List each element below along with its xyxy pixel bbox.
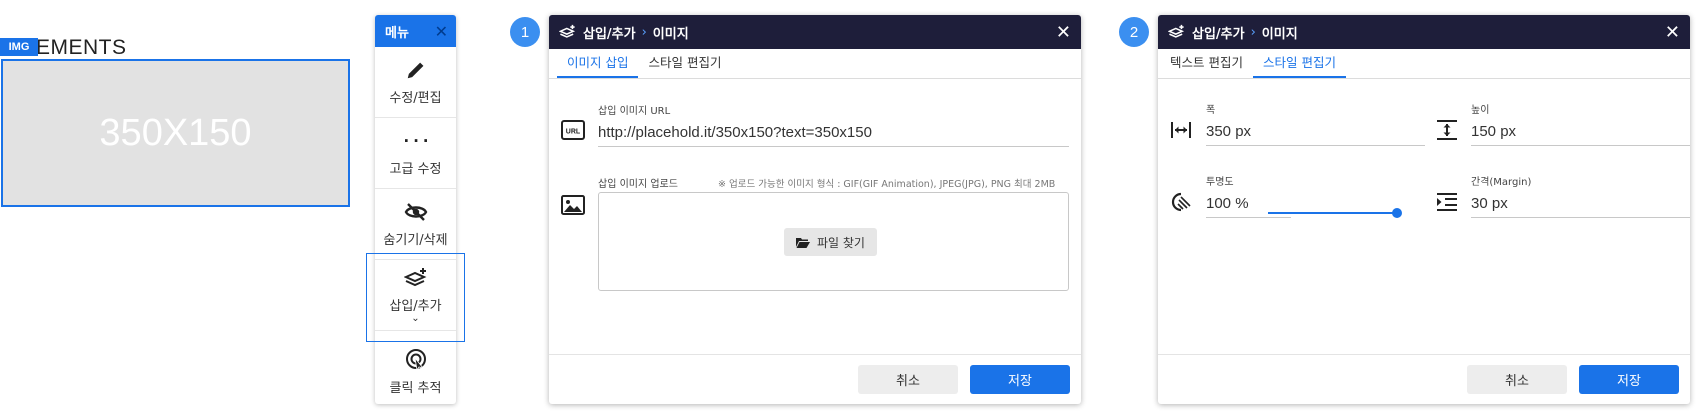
menu-close-icon[interactable]: ✕ — [435, 22, 448, 41]
upload-hint: ※ 업로드 가능한 이미지 형식 : GIF(GIF Animation), J… — [718, 179, 1056, 190]
url-input[interactable]: http://placehold.it/350x150?text=350x150 — [598, 119, 1069, 147]
layers-plus-icon — [1168, 24, 1185, 40]
folder-open-icon — [796, 237, 810, 248]
pencil-icon — [407, 62, 423, 78]
svg-text:{···}: {···} — [403, 131, 429, 150]
img-badge: IMG — [0, 38, 38, 56]
margin-value: 30 px — [1471, 195, 1508, 212]
tab-image-insert[interactable]: 이미지 삽입 — [557, 49, 639, 78]
opacity-slider-track — [1268, 212, 1397, 214]
opacity-icon — [1170, 191, 1192, 217]
layers-plus-icon — [559, 24, 576, 40]
opacity-value: 100 % — [1206, 195, 1249, 212]
dialog-header: 삽입/추가 › 이미지 ✕ — [549, 15, 1081, 49]
width-label: 폭 — [1206, 105, 1216, 116]
step-badge-1: 1 — [510, 17, 540, 47]
cancel-button[interactable]: 취소 — [858, 365, 958, 394]
placeholder-text: 350X150 — [99, 111, 252, 154]
menu-item-label: 숨기기/삭제 — [383, 232, 448, 248]
find-file-label: 파일 찾기 — [817, 235, 865, 250]
style-editor-dialog: 삽입/추가 › 이미지 ✕ 텍스트 편집기 스타일 편집기 폭 350 px 높… — [1158, 15, 1690, 404]
menu-item-label: 클릭 추적 — [389, 380, 442, 396]
margin-label: 간격(Margin) — [1471, 177, 1532, 188]
margin-input[interactable]: 30 px — [1471, 190, 1690, 218]
width-input[interactable]: 350 px — [1206, 118, 1425, 146]
dialog-tabs: 텍스트 편집기 스타일 편집기 — [1158, 49, 1690, 79]
tab-text-editor[interactable]: 텍스트 편집기 — [1160, 49, 1253, 78]
menu-item-label: 수정/편집 — [389, 90, 442, 106]
breadcrumb-current: 이미지 — [652, 26, 689, 42]
upload-label: 삽입 이미지 업로드 — [598, 179, 678, 190]
menu-title: 메뉴 — [385, 25, 409, 41]
height-icon — [1436, 119, 1458, 145]
breadcrumb-separator: › — [1250, 24, 1256, 40]
opacity-slider-handle[interactable] — [1392, 208, 1402, 218]
margin-icon — [1436, 192, 1458, 216]
width-value: 350 px — [1206, 123, 1252, 140]
breadcrumb-separator: › — [641, 24, 647, 40]
url-icon: URL — [561, 120, 585, 144]
height-label: 높이 — [1471, 105, 1490, 116]
code-braces-icon: {···} — [403, 131, 429, 150]
insert-add-highlight — [366, 253, 465, 342]
opacity-label: 투명도 — [1206, 177, 1234, 188]
tab-style-editor[interactable]: 스타일 편집기 — [638, 49, 731, 78]
upload-dropzone[interactable]: 파일 찾기 — [598, 192, 1069, 291]
image-insert-dialog: 삽입/추가 › 이미지 ✕ 이미지 삽입 스타일 편집기 URL 삽입 이미지 … — [549, 15, 1081, 404]
close-icon[interactable]: ✕ — [1056, 22, 1071, 43]
tab-style-editor[interactable]: 스타일 편집기 — [1252, 49, 1346, 78]
eye-off-icon — [404, 202, 427, 221]
menu-item-edit[interactable]: 수정/편집 — [375, 47, 456, 118]
menu-item-label: 고급 수정 — [389, 161, 442, 177]
close-icon[interactable]: ✕ — [1665, 22, 1680, 43]
image-icon — [561, 195, 585, 219]
menu-item-hide-delete[interactable]: 숨기기/삭제 — [375, 189, 456, 260]
find-file-button[interactable]: 파일 찾기 — [784, 228, 877, 256]
height-value: 150 px — [1471, 123, 1517, 140]
save-button[interactable]: 저장 — [970, 365, 1070, 394]
dialog-tabs: 이미지 삽입 스타일 편집기 — [549, 49, 1081, 79]
url-value: http://placehold.it/350x150?text=350x150 — [598, 124, 872, 141]
breadcrumb-current: 이미지 — [1261, 26, 1298, 42]
context-menu: 메뉴 ✕ 수정/편집 {···} 고급 수정 숨기기/삭제 삽입/추가 ⌄ — [375, 15, 456, 404]
menu-header: 메뉴 ✕ — [375, 15, 456, 47]
breadcrumb-parent: 삽입/추가 — [1192, 26, 1245, 42]
image-placeholder[interactable]: 350X150 — [1, 59, 350, 207]
url-icon-text: URL — [566, 129, 581, 136]
click-target-icon — [405, 348, 426, 371]
step-badge-2: 2 — [1119, 17, 1149, 47]
menu-item-advanced-edit[interactable]: {···} 고급 수정 — [375, 118, 456, 189]
opacity-slider[interactable] — [1268, 207, 1402, 219]
height-input[interactable]: 150 px — [1471, 118, 1690, 146]
dialog-footer: 취소 저장 — [549, 354, 1081, 404]
save-button[interactable]: 저장 — [1579, 365, 1679, 394]
cancel-button[interactable]: 취소 — [1467, 365, 1567, 394]
breadcrumb-parent: 삽입/추가 — [583, 26, 636, 42]
width-icon — [1170, 119, 1192, 145]
dialog-footer: 취소 저장 — [1158, 354, 1690, 404]
elements-heading: EMENTS — [36, 36, 127, 59]
dialog-header: 삽입/추가 › 이미지 ✕ — [1158, 15, 1690, 49]
url-label: 삽입 이미지 URL — [598, 106, 671, 117]
